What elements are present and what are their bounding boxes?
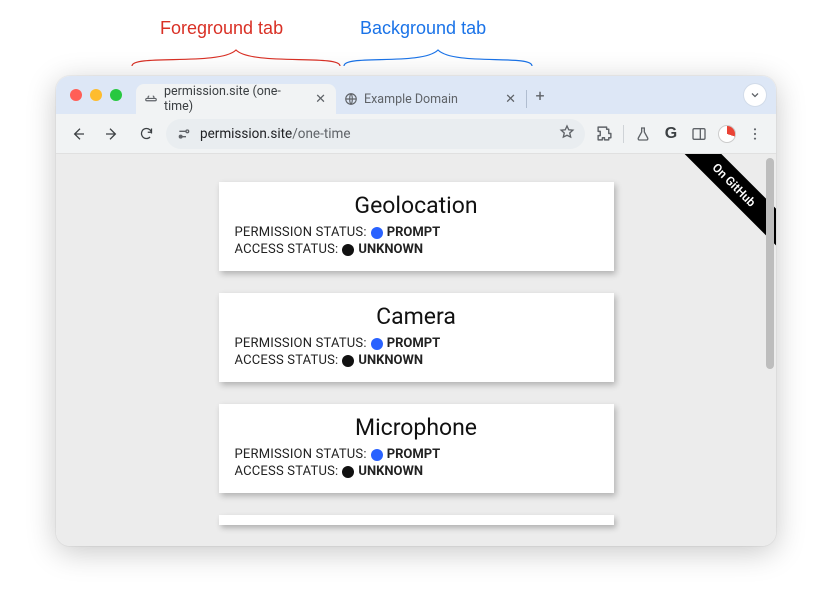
tab-dropdown-button[interactable]	[744, 84, 766, 106]
new-tab-button[interactable]: +	[527, 82, 553, 108]
page-viewport: On GitHub Geolocation PERMISSION STATUS:…	[56, 154, 776, 546]
window-minimize-button[interactable]	[90, 89, 102, 101]
tab-active-close-icon[interactable]: ✕	[313, 92, 328, 107]
browser-window: permission.site (one-time) ✕ Example Dom…	[56, 76, 776, 546]
annotation-background-label: Background tab	[360, 18, 486, 39]
permission-status-value: PROMPT	[387, 336, 441, 351]
window-controls	[70, 89, 122, 101]
toolbar-separator	[623, 125, 624, 143]
card-camera: Camera PERMISSION STATUS: PROMPT ACCESS …	[219, 293, 614, 382]
address-bar-url: permission.site/one-time	[200, 126, 551, 142]
status-dot-unknown-icon	[342, 244, 354, 256]
tab-active-title: permission.site (one-time)	[164, 84, 307, 114]
toolbar: permission.site/one-time G	[56, 114, 776, 154]
globe-icon	[344, 92, 358, 106]
profile-avatar-icon[interactable]	[718, 125, 736, 143]
status-dot-prompt-icon	[371, 338, 383, 350]
card-next-peek	[219, 515, 614, 525]
tab-inactive[interactable]: Example Domain ✕	[336, 84, 526, 114]
address-bar[interactable]: permission.site/one-time	[166, 119, 585, 149]
bookmark-star-icon[interactable]	[559, 124, 575, 144]
annotation-background-brace	[342, 46, 534, 74]
reload-button[interactable]	[132, 120, 160, 148]
forward-button[interactable]	[98, 120, 126, 148]
permission-status-label: PERMISSION STATUS:	[235, 336, 367, 351]
card-geolocation-title: Geolocation	[235, 192, 598, 219]
access-status-value: UNKNOWN	[358, 242, 423, 257]
tab-strip: permission.site (one-time) ✕ Example Dom…	[56, 76, 776, 114]
card-microphone: Microphone PERMISSION STATUS: PROMPT ACC…	[219, 404, 614, 493]
status-dot-unknown-icon	[342, 466, 354, 478]
window-zoom-button[interactable]	[110, 89, 122, 101]
google-g-icon[interactable]: G	[662, 125, 680, 143]
access-status-value: UNKNOWN	[358, 353, 423, 368]
tab-inactive-close-icon[interactable]: ✕	[503, 92, 518, 107]
permission-status-label: PERMISSION STATUS:	[235, 225, 367, 240]
status-dot-unknown-icon	[342, 355, 354, 367]
labs-flask-icon[interactable]	[634, 125, 652, 143]
access-status-value: UNKNOWN	[358, 464, 423, 479]
url-host: permission.site	[200, 126, 292, 142]
window-close-button[interactable]	[70, 89, 82, 101]
site-settings-icon[interactable]	[176, 126, 192, 142]
card-geolocation: Geolocation PERMISSION STATUS: PROMPT AC…	[219, 182, 614, 271]
access-status-label: ACCESS STATUS:	[235, 464, 339, 479]
extension-icons: G	[595, 125, 764, 143]
tab-active-favicon-icon	[144, 92, 158, 106]
extensions-puzzle-icon[interactable]	[595, 125, 613, 143]
tab-active[interactable]: permission.site (one-time) ✕	[136, 84, 336, 114]
scrollbar-thumb[interactable]	[766, 158, 774, 369]
side-panel-icon[interactable]	[690, 125, 708, 143]
status-dot-prompt-icon	[371, 227, 383, 239]
back-button[interactable]	[64, 120, 92, 148]
access-status-label: ACCESS STATUS:	[235, 242, 339, 257]
annotation-foreground-brace	[130, 46, 342, 74]
permission-status-value: PROMPT	[387, 225, 441, 240]
tab-inactive-title: Example Domain	[364, 92, 458, 107]
scrollbar[interactable]	[766, 158, 774, 542]
access-status-label: ACCESS STATUS:	[235, 353, 339, 368]
card-camera-title: Camera	[235, 303, 598, 330]
permission-status-value: PROMPT	[387, 447, 441, 462]
permission-status-label: PERMISSION STATUS:	[235, 447, 367, 462]
card-microphone-title: Microphone	[235, 414, 598, 441]
overflow-menu-icon[interactable]	[746, 125, 764, 143]
url-path: /one-time	[292, 126, 350, 142]
status-dot-prompt-icon	[371, 449, 383, 461]
annotation-foreground-label: Foreground tab	[160, 18, 283, 39]
